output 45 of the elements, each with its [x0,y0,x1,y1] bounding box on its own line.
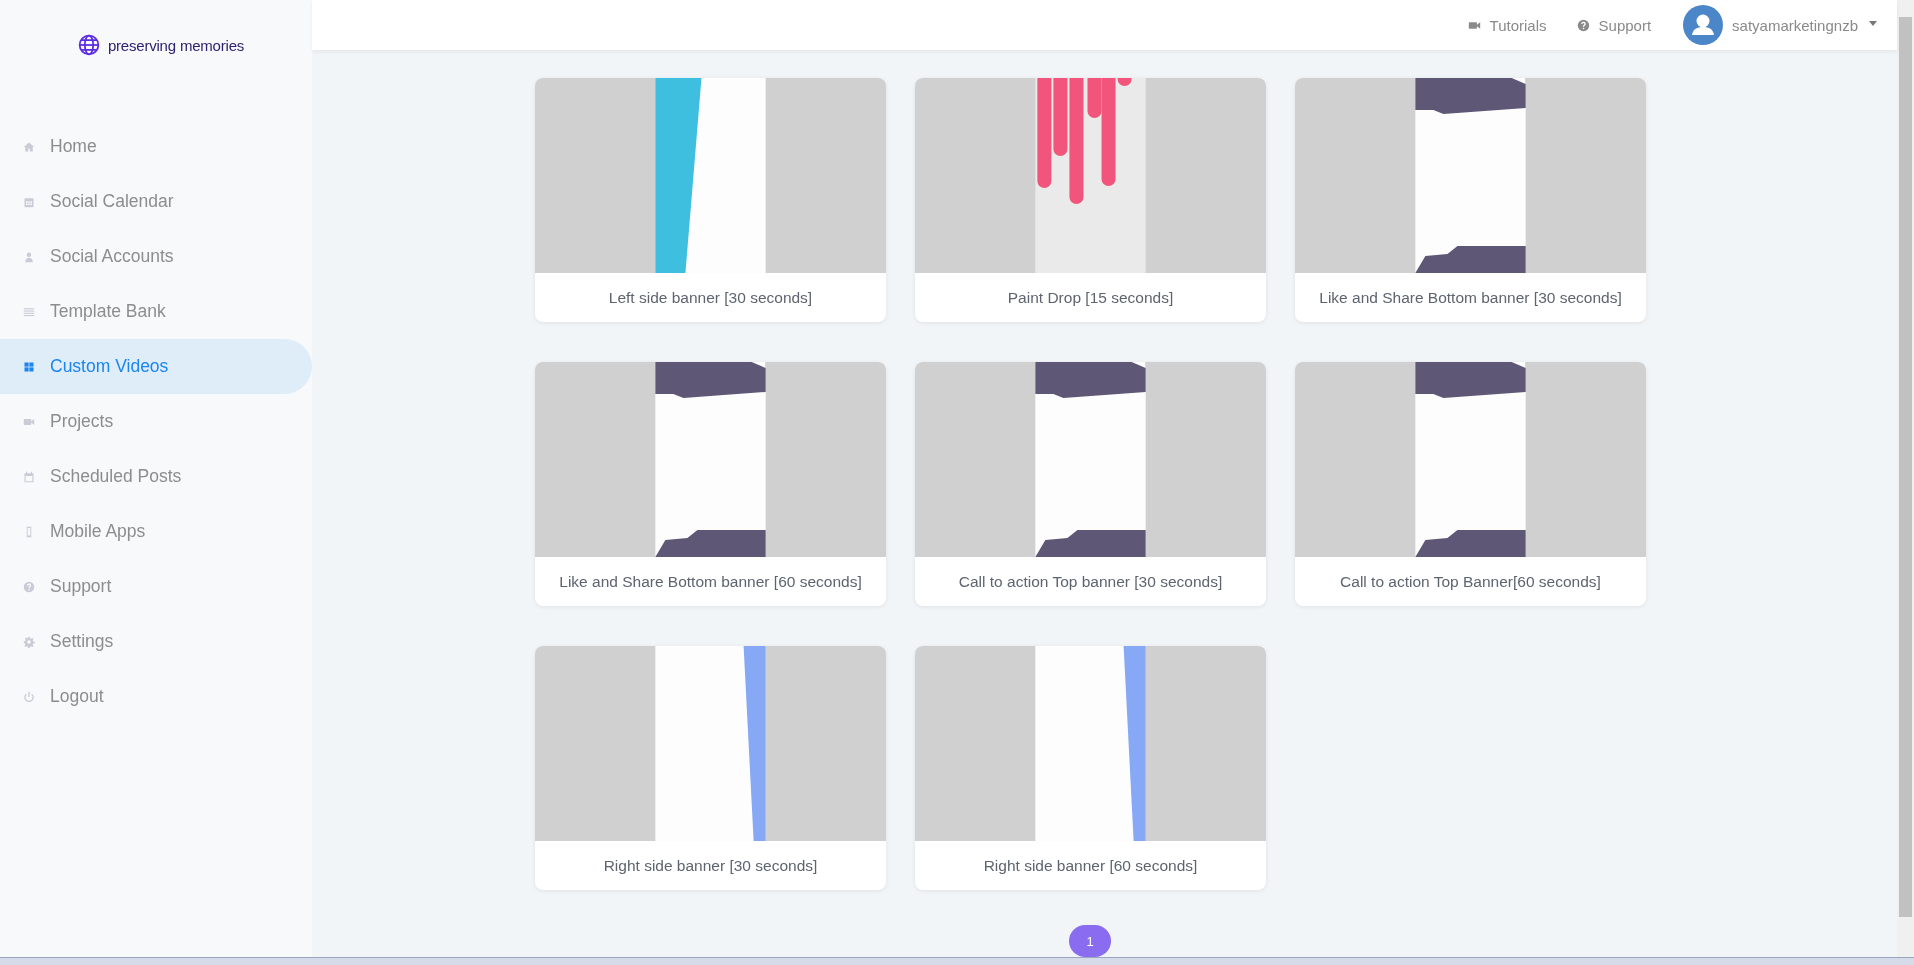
calendar-icon [23,195,35,208]
sidebar-item[interactable]: Social Accounts [0,229,312,284]
template-card[interactable]: Right side banner [60 seconds] [915,646,1266,890]
sidebar-item[interactable]: Home [0,119,312,174]
template-card[interactable]: Left side banner [30 seconds] [535,78,886,322]
power-icon [23,690,35,703]
sidebar-item[interactable]: Template Bank [0,284,312,339]
sidebar-item[interactable]: Projects [0,394,312,449]
template-card[interactable]: Right side banner [30 seconds] [535,646,886,890]
sidebar-item[interactable]: Social Calendar [0,174,312,229]
page-button[interactable]: 1 [1069,925,1111,957]
sidebar-item[interactable]: Settings [0,614,312,669]
user-menu[interactable]: satyamarketingnzb [1683,5,1877,45]
template-title: Right side banner [30 seconds] [602,855,819,876]
template-card[interactable]: Paint Drop [15 seconds] [915,78,1266,322]
list-icon [23,305,35,318]
template-card[interactable]: Call to action Top Banner[60 seconds] [1295,362,1646,606]
template-card[interactable]: Like and Share Bottom banner [60 seconds] [535,362,886,606]
template-title: Left side banner [30 seconds] [607,287,814,308]
home-icon [23,140,35,153]
template-title: Like and Share Bottom banner [30 seconds] [1318,287,1623,308]
top-link[interactable]: Support [1576,16,1652,34]
person-icon [23,250,35,263]
template-title: Right side banner [60 seconds] [982,855,1199,876]
help-icon [23,580,35,593]
globe-icon [77,34,100,56]
sidebar-item[interactable]: Mobile Apps [0,504,312,559]
gear-icon [23,635,35,648]
sidebar-item[interactable]: Support [0,559,312,614]
sidebar-item[interactable]: Scheduled Posts [0,449,312,504]
help-icon [1576,18,1590,32]
calendar-icon [23,470,35,483]
template-title: Call to action Top banner [30 seconds] [957,571,1224,592]
top-link[interactable]: Tutorials [1467,16,1547,34]
sidebar-item[interactable]: Logout [0,669,312,724]
brand-name: preserving memories [107,36,245,54]
avatar-icon [1683,5,1724,45]
grid-icon [23,360,35,373]
template-card[interactable]: Like and Share Bottom banner [30 seconds] [1295,78,1646,322]
caret-icon [1869,21,1877,26]
template-title: Call to action Top Banner[60 seconds] [1339,571,1602,592]
sidebar-item[interactable]: Custom Videos [0,339,312,394]
template-card[interactable]: Call to action Top banner [30 seconds] [915,362,1266,606]
template-title: Paint Drop [15 seconds] [1006,287,1175,308]
template-title: Like and Share Bottom banner [60 seconds] [558,571,863,592]
